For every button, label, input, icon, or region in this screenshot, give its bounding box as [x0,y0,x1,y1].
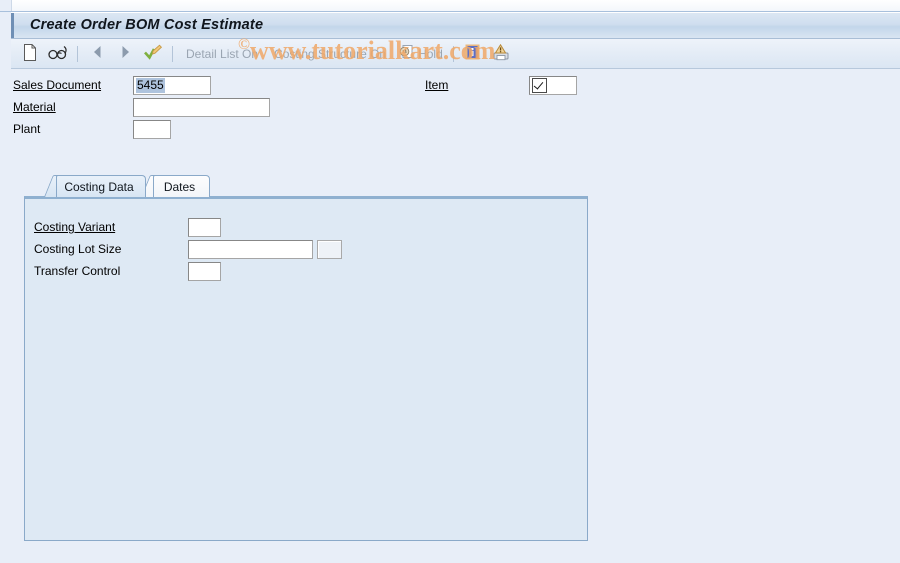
transfer-control-input[interactable] [188,261,221,281]
field-row-sales-document: Sales Document 5455 [13,74,211,96]
window-title-bar: Create Order BOM Cost Estimate [11,12,900,39]
costing-variant-input[interactable] [188,217,221,237]
costing-lot-size-unit-field[interactable] [317,239,342,259]
costing-variant-label: Costing Variant [34,220,116,234]
screen-body: Sales Document 5455 Item Material Plant [11,69,900,562]
field-row-item: Item [425,74,577,96]
tab-costing-data[interactable]: Costing Data [56,175,146,197]
check-pencil-icon [143,44,163,64]
field-row-costing-variant: Costing Variant [34,216,221,238]
field-row-plant: Plant [13,118,171,140]
toolbar-separator-2 [172,45,173,62]
material-input[interactable] [133,97,270,117]
costing-lot-size-label: Costing Lot Size [34,242,122,256]
tabstrip: Costing Data Dates Costing Variant Costi… [24,175,588,541]
printer-warning-icon [492,43,510,64]
costing-lot-size-input[interactable] [188,239,313,259]
field-row-material: Material [13,96,270,118]
tab-row: Costing Data Dates [24,175,588,197]
plant-input[interactable] [133,119,171,139]
sales-document-value: 5455 [136,77,165,93]
sales-document-input[interactable]: 5455 [133,75,211,95]
detail-list-on-button[interactable]: Detail List On [178,42,266,66]
glasses-icon [48,45,68,63]
title-accent-bar [11,13,14,38]
tab-costing-data-label: Costing Data [64,179,134,194]
check-costing-button[interactable] [139,42,167,66]
hold-label: Hold [418,46,443,61]
tab-dates-label: Dates [163,179,196,194]
information-button[interactable] [459,42,487,66]
hold-button[interactable]: Hold [394,42,448,66]
field-row-transfer-control: Transfer Control [34,260,221,282]
page-title: Create Order BOM Cost Estimate [30,17,264,33]
sap-window: Create Order BOM Cost Estimate Detail Li… [11,12,900,563]
sales-document-label: Sales Document [13,78,102,92]
previous-item-button[interactable] [83,42,111,66]
tab-dates[interactable]: Dates [153,175,210,197]
item-checkbox-icon[interactable] [532,77,547,93]
field-row-costing-lot-size: Costing Lot Size [34,238,342,260]
tab-panel-costing-data: Costing Variant Costing Lot Size Transfe… [24,196,588,541]
toolbar-separator-3 [452,45,454,62]
new-document-button[interactable] [16,42,44,66]
costing-structure-on-button[interactable]: Costing Structure On [266,42,394,66]
arrow-right-icon [119,45,132,62]
document-icon [23,43,37,64]
item-label: Item [425,78,449,92]
application-toolbar: Detail List On Costing Structure On Hold [11,39,900,69]
toolbar-separator-1 [77,45,78,62]
find-glasses-button[interactable] [44,42,72,66]
window-top-strip [0,0,900,12]
next-item-button[interactable] [111,42,139,66]
transfer-control-label: Transfer Control [34,264,121,278]
window-top-strip-corner [0,0,12,11]
material-label: Material [13,100,56,114]
item-input[interactable] [529,75,577,95]
print-preview-button[interactable] [487,42,515,66]
hold-icon [399,44,415,63]
arrow-left-icon [91,45,104,62]
plant-label: Plant [13,122,41,136]
info-icon [465,44,480,63]
